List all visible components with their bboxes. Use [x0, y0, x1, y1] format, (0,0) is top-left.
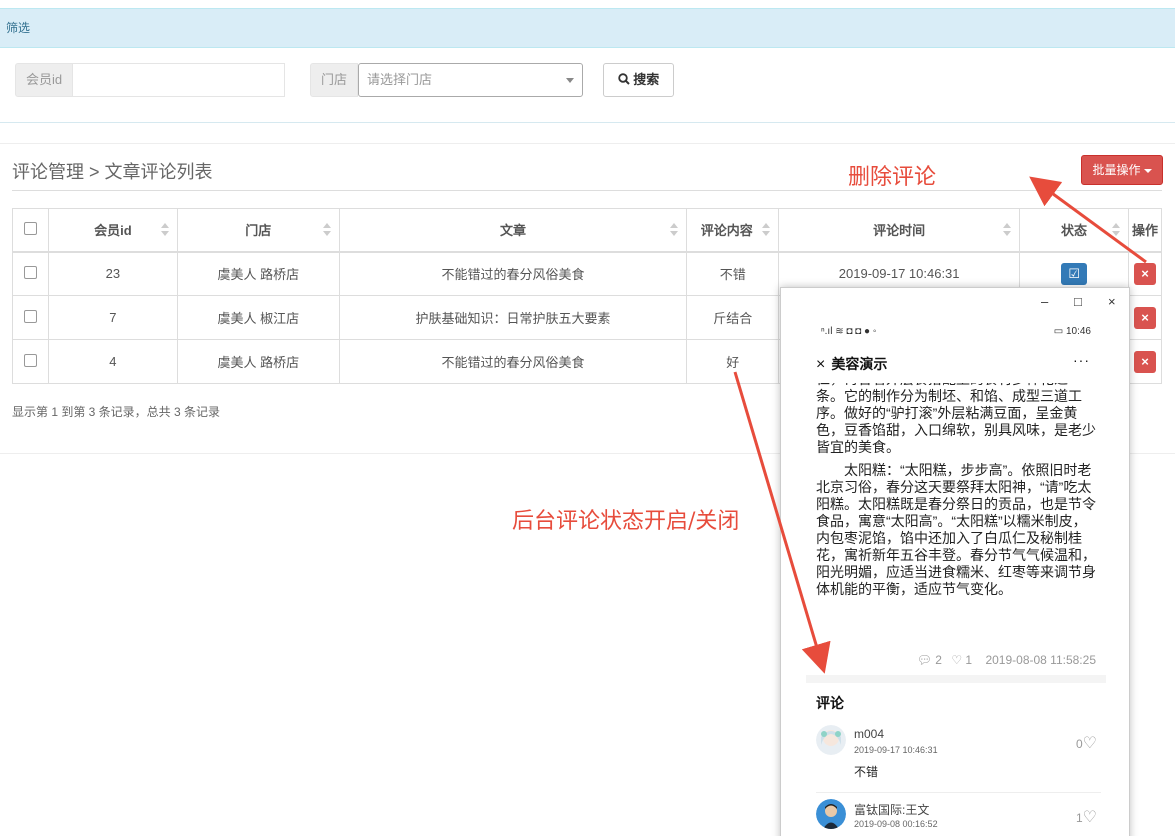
admin-page: 筛选 会员id 门店 请选择门店 搜索 评论管理 > 文章评论列表 批量操作 会…: [0, 0, 1175, 836]
arrow-to-batch-delete: [1029, 176, 1147, 264]
arrow-to-phone-comments: [733, 371, 831, 674]
annotation-arrows: [733, 176, 1147, 674]
